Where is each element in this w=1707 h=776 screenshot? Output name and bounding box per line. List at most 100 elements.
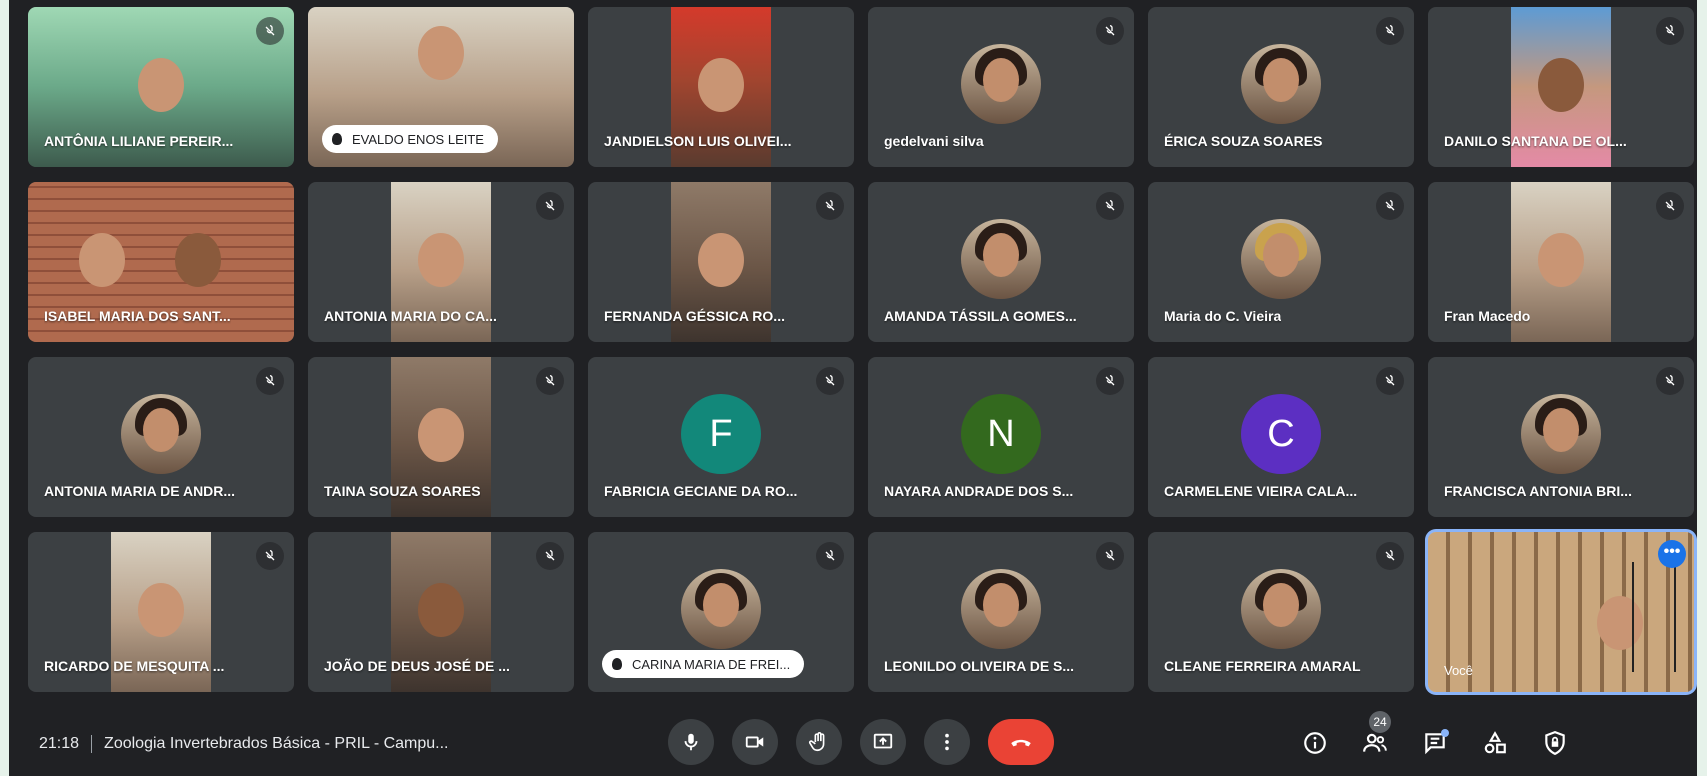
participant-name: FRANCISCA ANTONIA BRI... [1444,483,1632,499]
participant-tile[interactable]: gedelvani silva [868,7,1134,167]
mic-button[interactable] [668,719,714,765]
participant-face [418,583,464,638]
participant-name: ANTONIA MARIA DE ANDR... [44,483,236,499]
participant-name: CLEANE FERREIRA AMARAL [1164,658,1361,674]
present-screen-button[interactable] [860,719,906,765]
participant-tile[interactable]: TAINA SOUZA SOARES [308,357,574,517]
mic-off-icon [1656,17,1684,45]
participant-tile[interactable]: CARINA MARIA DE FREI... [588,532,854,692]
participant-tile[interactable]: Maria do C. Vieira [1148,182,1414,342]
participant-name: RICARDO DE MESQUITA ... [44,658,225,674]
mic-icon [684,733,698,751]
participant-tile[interactable]: ISABEL MARIA DOS SANT... [28,182,294,342]
participant-tile[interactable]: ANTÔNIA LILIANE PEREIR... [28,7,294,167]
meet-window: ANTÔNIA LILIANE PEREIR... EVALDO ENOS LE… [9,0,1697,776]
mic-off-icon [816,542,844,570]
participant-tile[interactable]: F FABRICIA GECIANE DA RO... [588,357,854,517]
camera-icon [745,736,764,748]
participant-tile[interactable]: JOÃO DE DEUS JOSÉ DE ... [308,532,574,692]
participant-name: ANTÔNIA LILIANE PEREIR... [44,133,234,149]
meeting-details: 21:18 Zoologia Invertebrados Básica - PRI… [39,735,449,753]
raise-hand-button[interactable] [796,719,842,765]
participant-tile[interactable]: DANILO SANTANA DE OL... [1428,7,1694,167]
participant-avatar [961,569,1041,649]
participant-face [1538,233,1584,288]
meeting-title: Zoologia Invertebrados Básica - PRIL - C… [104,735,449,753]
participant-name: JANDIELSON LUIS OLIVEI... [604,133,792,149]
participant-avatar [1521,394,1601,474]
participant-tile[interactable]: C CARMELENE VIEIRA CALA... [1148,357,1414,517]
host-controls-button[interactable] [1539,727,1571,759]
participant-tile[interactable]: ANTONIA MARIA DO CA... [308,182,574,342]
participant-face [418,233,464,288]
end-call-button[interactable] [988,719,1054,765]
separator [91,735,93,753]
participant-name: AMANDA TÁSSILA GOMES... [884,308,1077,324]
participant-tile[interactable]: FERNANDA GÉSSICA RO... [588,182,854,342]
participant-tile[interactable]: AMANDA TÁSSILA GOMES... [868,182,1134,342]
participant-tile[interactable]: JANDIELSON LUIS OLIVEI... [588,7,854,167]
participant-name: LEONILDO OLIVEIRA DE S... [884,658,1075,674]
info-icon [1304,732,1326,754]
participant-name: ISABEL MARIA DOS SANT... [44,308,231,324]
mic-off-icon [1096,17,1124,45]
participant-face [698,58,744,113]
self-view-tile[interactable]: ••• Você [1428,532,1694,692]
participant-face [418,408,464,463]
participant-face [138,58,184,113]
participant-name: CARINA MARIA DE FREI... [632,656,791,672]
participant-avatar [1241,569,1321,649]
participant-name: ÉRICA SOUZA SOARES [1164,133,1323,149]
participant-tile[interactable]: FRANCISCA ANTONIA BRI... [1428,357,1694,517]
participant-avatar [121,394,201,474]
participant-avatar [1241,44,1321,124]
chat-button[interactable] [1419,727,1451,759]
participant-name: JOÃO DE DEUS JOSÉ DE ... [324,658,510,674]
participant-avatar [681,569,761,649]
participant-grid: ANTÔNIA LILIANE PEREIR... EVALDO ENOS LE… [28,7,1694,692]
participant-avatar [961,44,1041,124]
pinned-name-pill: CARINA MARIA DE FREI... [602,650,805,678]
participant-name: gedelvani silva [884,133,984,149]
activities-icon [1484,731,1506,754]
participant-face [175,233,222,288]
participant-tile[interactable]: ÉRICA SOUZA SOARES [1148,7,1414,167]
participant-tile[interactable]: N NAYARA ANDRADE DOS S... [868,357,1134,517]
more-options-icon[interactable]: ••• [1658,540,1686,568]
participant-tile[interactable]: Fran Macedo [1428,182,1694,342]
participant-tile[interactable]: CLEANE FERREIRA AMARAL [1148,532,1414,692]
participant-face [1538,58,1584,113]
mic-off-icon [536,542,564,570]
participant-initial-avatar: F [681,394,761,474]
participant-name: FERNANDA GÉSSICA RO... [604,308,785,324]
pin-icon [332,133,342,145]
meeting-time: 21:18 [39,735,80,753]
pin-icon [612,658,622,670]
participant-tile[interactable]: EVALDO ENOS LEITE [308,7,574,167]
activities-button[interactable] [1479,727,1511,759]
camera-button[interactable] [732,719,778,765]
participant-tile[interactable]: ANTONIA MARIA DE ANDR... [28,357,294,517]
mic-off-icon [1376,192,1404,220]
mic-off-icon [1096,542,1124,570]
meeting-info-button[interactable] [1299,727,1331,759]
participant-face [698,233,744,288]
participant-tile[interactable]: LEONILDO OLIVEIRA DE S... [868,532,1134,692]
participant-name: DANILO SANTANA DE OL... [1444,133,1627,149]
people-button[interactable]: 24 [1359,711,1391,759]
mic-off-icon [1376,542,1404,570]
end-call-icon [1011,739,1031,747]
new-message-dot [1441,729,1449,737]
participant-avatar [961,219,1041,299]
participant-name: CARMELENE VIEIRA CALA... [1164,483,1358,499]
participant-tile[interactable]: RICARDO DE MESQUITA ... [28,532,294,692]
mic-off-icon [1096,367,1124,395]
more-options-button[interactable] [924,719,970,765]
mic-off-icon [256,367,284,395]
people-icon [1363,733,1387,752]
participant-name: Fran Macedo [1444,308,1531,324]
lamp-stand [1632,562,1676,672]
participant-avatar [1241,219,1321,299]
participant-face [79,233,126,288]
participant-initial-avatar: C [1241,394,1321,474]
